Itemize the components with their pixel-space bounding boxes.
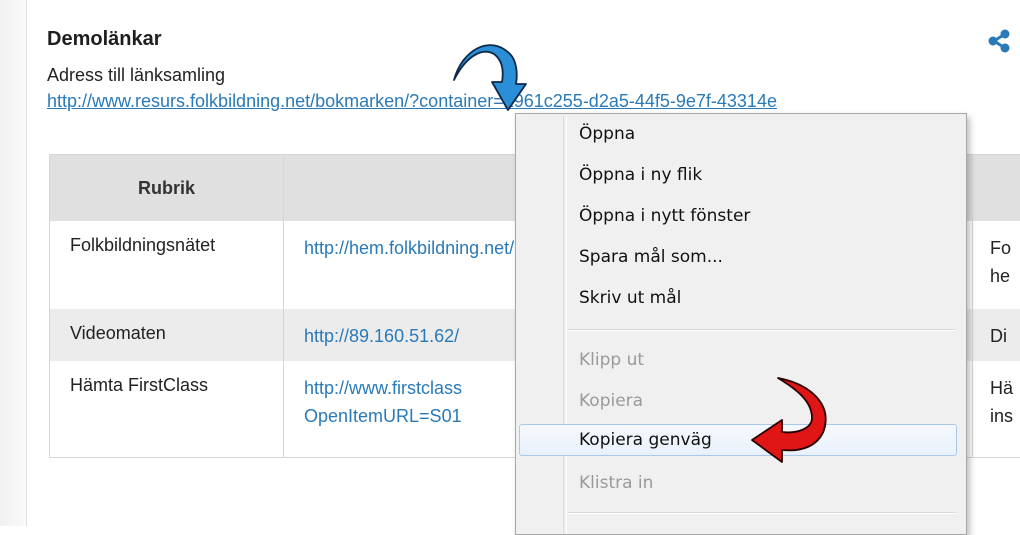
page-subtitle: Adress till länksamling — [47, 65, 226, 85]
blue-arrow-icon — [453, 44, 527, 111]
column-header-description[interactable] — [972, 155, 1020, 221]
row-description-line: he — [990, 265, 1011, 286]
collection-link[interactable]: http://www.resurs.folkbildning.net/bokma… — [47, 91, 1020, 112]
menu-item-open[interactable]: Öppna — [519, 118, 957, 150]
menu-item-copy-shortcut[interactable]: Kopiera genväg — [519, 424, 957, 456]
row-url-line[interactable]: http://89.160.51.62/ — [304, 326, 459, 346]
menu-item-cut: Klipp ut — [579, 350, 645, 370]
column-header-rubrik[interactable]: Rubrik — [49, 155, 283, 221]
context-menu: Öppna Öppna i ny flik Öppna i nytt fönst… — [515, 113, 967, 535]
page-title: Demolänkar — [47, 28, 162, 50]
menu-item-open-new-window[interactable]: Öppna i nytt fönster — [519, 200, 957, 232]
menu-item-paste: Klistra in — [579, 473, 654, 493]
menu-item-save-target-as[interactable]: Spara mål som... — [519, 241, 957, 273]
row-description-line: Hä — [990, 378, 1014, 398]
row-description-line: ins — [990, 405, 1014, 426]
menu-item-open-new-tab[interactable]: Öppna i ny flik — [519, 159, 957, 191]
row-url-line[interactable]: http://hem.folkbildning.net/ — [304, 238, 514, 258]
row-title: Folkbildningsnätet — [49, 221, 283, 309]
row-description-line: Di — [990, 326, 1007, 346]
row-description: Di — [972, 309, 1020, 361]
menu-item-copy: Kopiera — [579, 391, 644, 411]
row-description-line: Fo — [990, 238, 1012, 258]
menu-item-print-target[interactable]: Skriv ut mål — [519, 282, 957, 314]
page-background-left — [0, 0, 26, 526]
row-title: Hämta FirstClass — [49, 361, 283, 457]
row-description: Hä ins — [972, 361, 1020, 457]
row-title: Videomaten — [49, 309, 283, 361]
menu-separator — [568, 329, 956, 331]
menu-separator — [568, 512, 956, 514]
row-description: Fo he — [972, 221, 1020, 309]
red-arrow-icon — [751, 377, 827, 463]
share-icon[interactable] — [986, 28, 1012, 54]
